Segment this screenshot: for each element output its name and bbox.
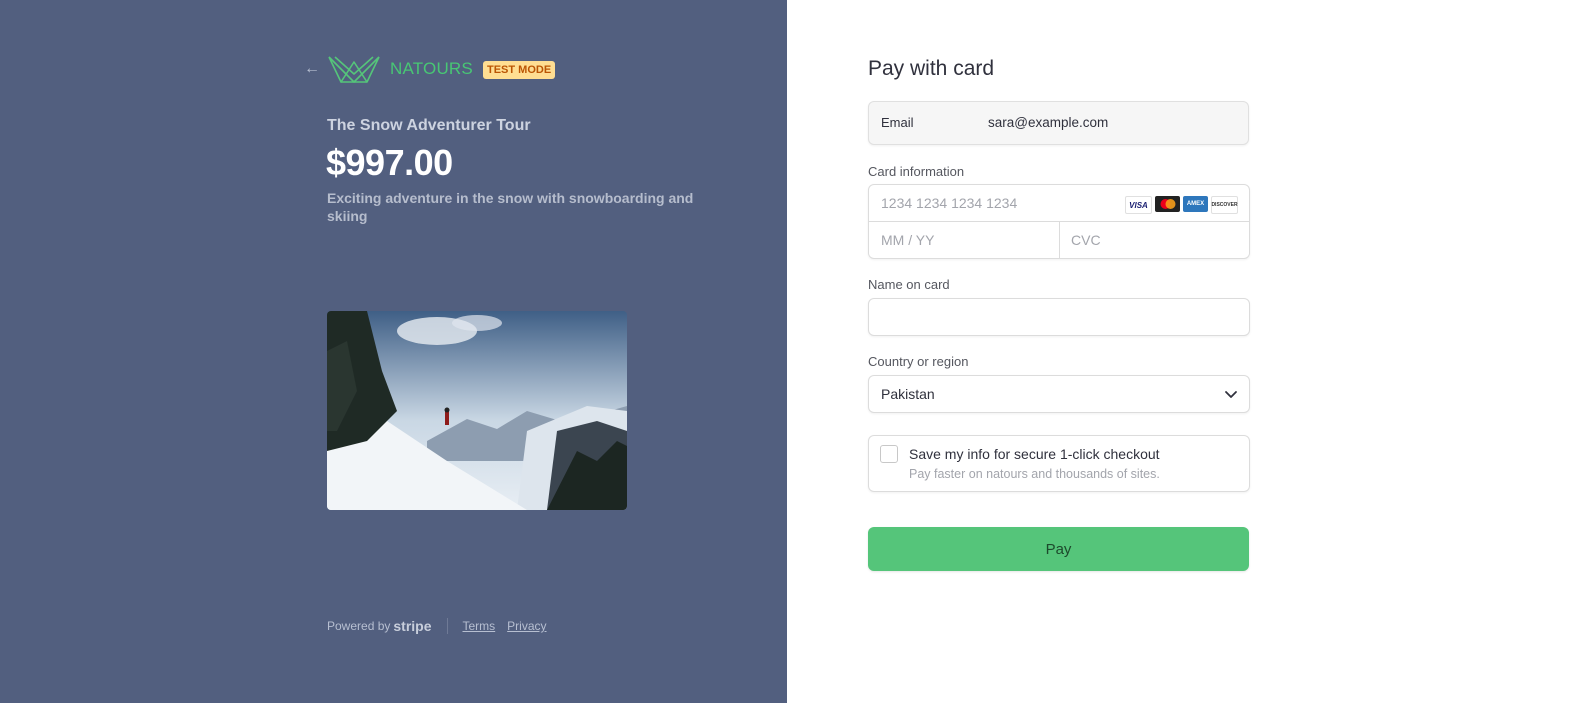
form-title: Pay with card: [868, 57, 995, 80]
country-select[interactable]: Pakistan: [868, 375, 1250, 413]
product-name: The Snow Adventurer Tour: [327, 117, 531, 134]
card-brands: VISA AMEX DISCOVER: [1125, 196, 1238, 214]
country-label: Country or region: [868, 354, 969, 369]
discover-icon: DISCOVER: [1211, 196, 1238, 214]
test-mode-badge: TEST MODE: [483, 61, 556, 79]
card-divider: [1059, 222, 1060, 258]
cvc-input[interactable]: CVC: [1071, 232, 1101, 248]
card-info-label: Card information: [868, 164, 965, 179]
order-summary-panel: ← NATOURS TEST MODE The Snow Adventurer …: [0, 0, 787, 703]
product-image: [327, 311, 627, 510]
terms-link[interactable]: Terms: [463, 619, 496, 633]
summary-footer: Powered by stripe Terms Privacy: [327, 618, 559, 634]
pay-button[interactable]: Pay: [868, 527, 1249, 571]
privacy-link[interactable]: Privacy: [507, 619, 546, 633]
footer-divider: [446, 618, 448, 634]
save-info-box: Save my info for secure 1-click checkout…: [868, 435, 1250, 492]
powered-by-text: Powered by: [327, 619, 391, 633]
chevron-down-icon: [1225, 391, 1237, 398]
email-field[interactable]: Email sara@example.com: [868, 101, 1249, 145]
email-label: Email: [881, 115, 914, 130]
expiry-input[interactable]: MM / YY: [881, 232, 934, 248]
brand-name: NATOURS: [390, 59, 473, 78]
product-price: $997.00: [326, 142, 453, 183]
name-on-card-input[interactable]: [868, 298, 1250, 336]
save-info-title: Save my info for secure 1-click checkout: [909, 446, 1160, 462]
visa-icon: VISA: [1125, 196, 1152, 214]
back-arrow-icon[interactable]: ←: [304, 60, 322, 78]
card-information-group: 1234 1234 1234 1234 VISA AMEX DISCOVER M…: [868, 184, 1250, 259]
name-label: Name on card: [868, 277, 950, 292]
save-info-checkbox[interactable]: [880, 445, 898, 463]
email-value[interactable]: sara@example.com: [988, 115, 1108, 130]
product-description: Exciting adventure in the snow with snow…: [327, 190, 694, 224]
amex-icon: AMEX: [1183, 196, 1208, 212]
card-number-input[interactable]: 1234 1234 1234 1234: [881, 195, 1017, 211]
stripe-logo[interactable]: stripe: [393, 618, 431, 634]
country-value: Pakistan: [881, 386, 935, 402]
natours-logo-icon: [328, 56, 380, 83]
save-info-subtitle: Pay faster on natours and thousands of s…: [909, 467, 1160, 481]
mastercard-icon: [1155, 196, 1180, 212]
